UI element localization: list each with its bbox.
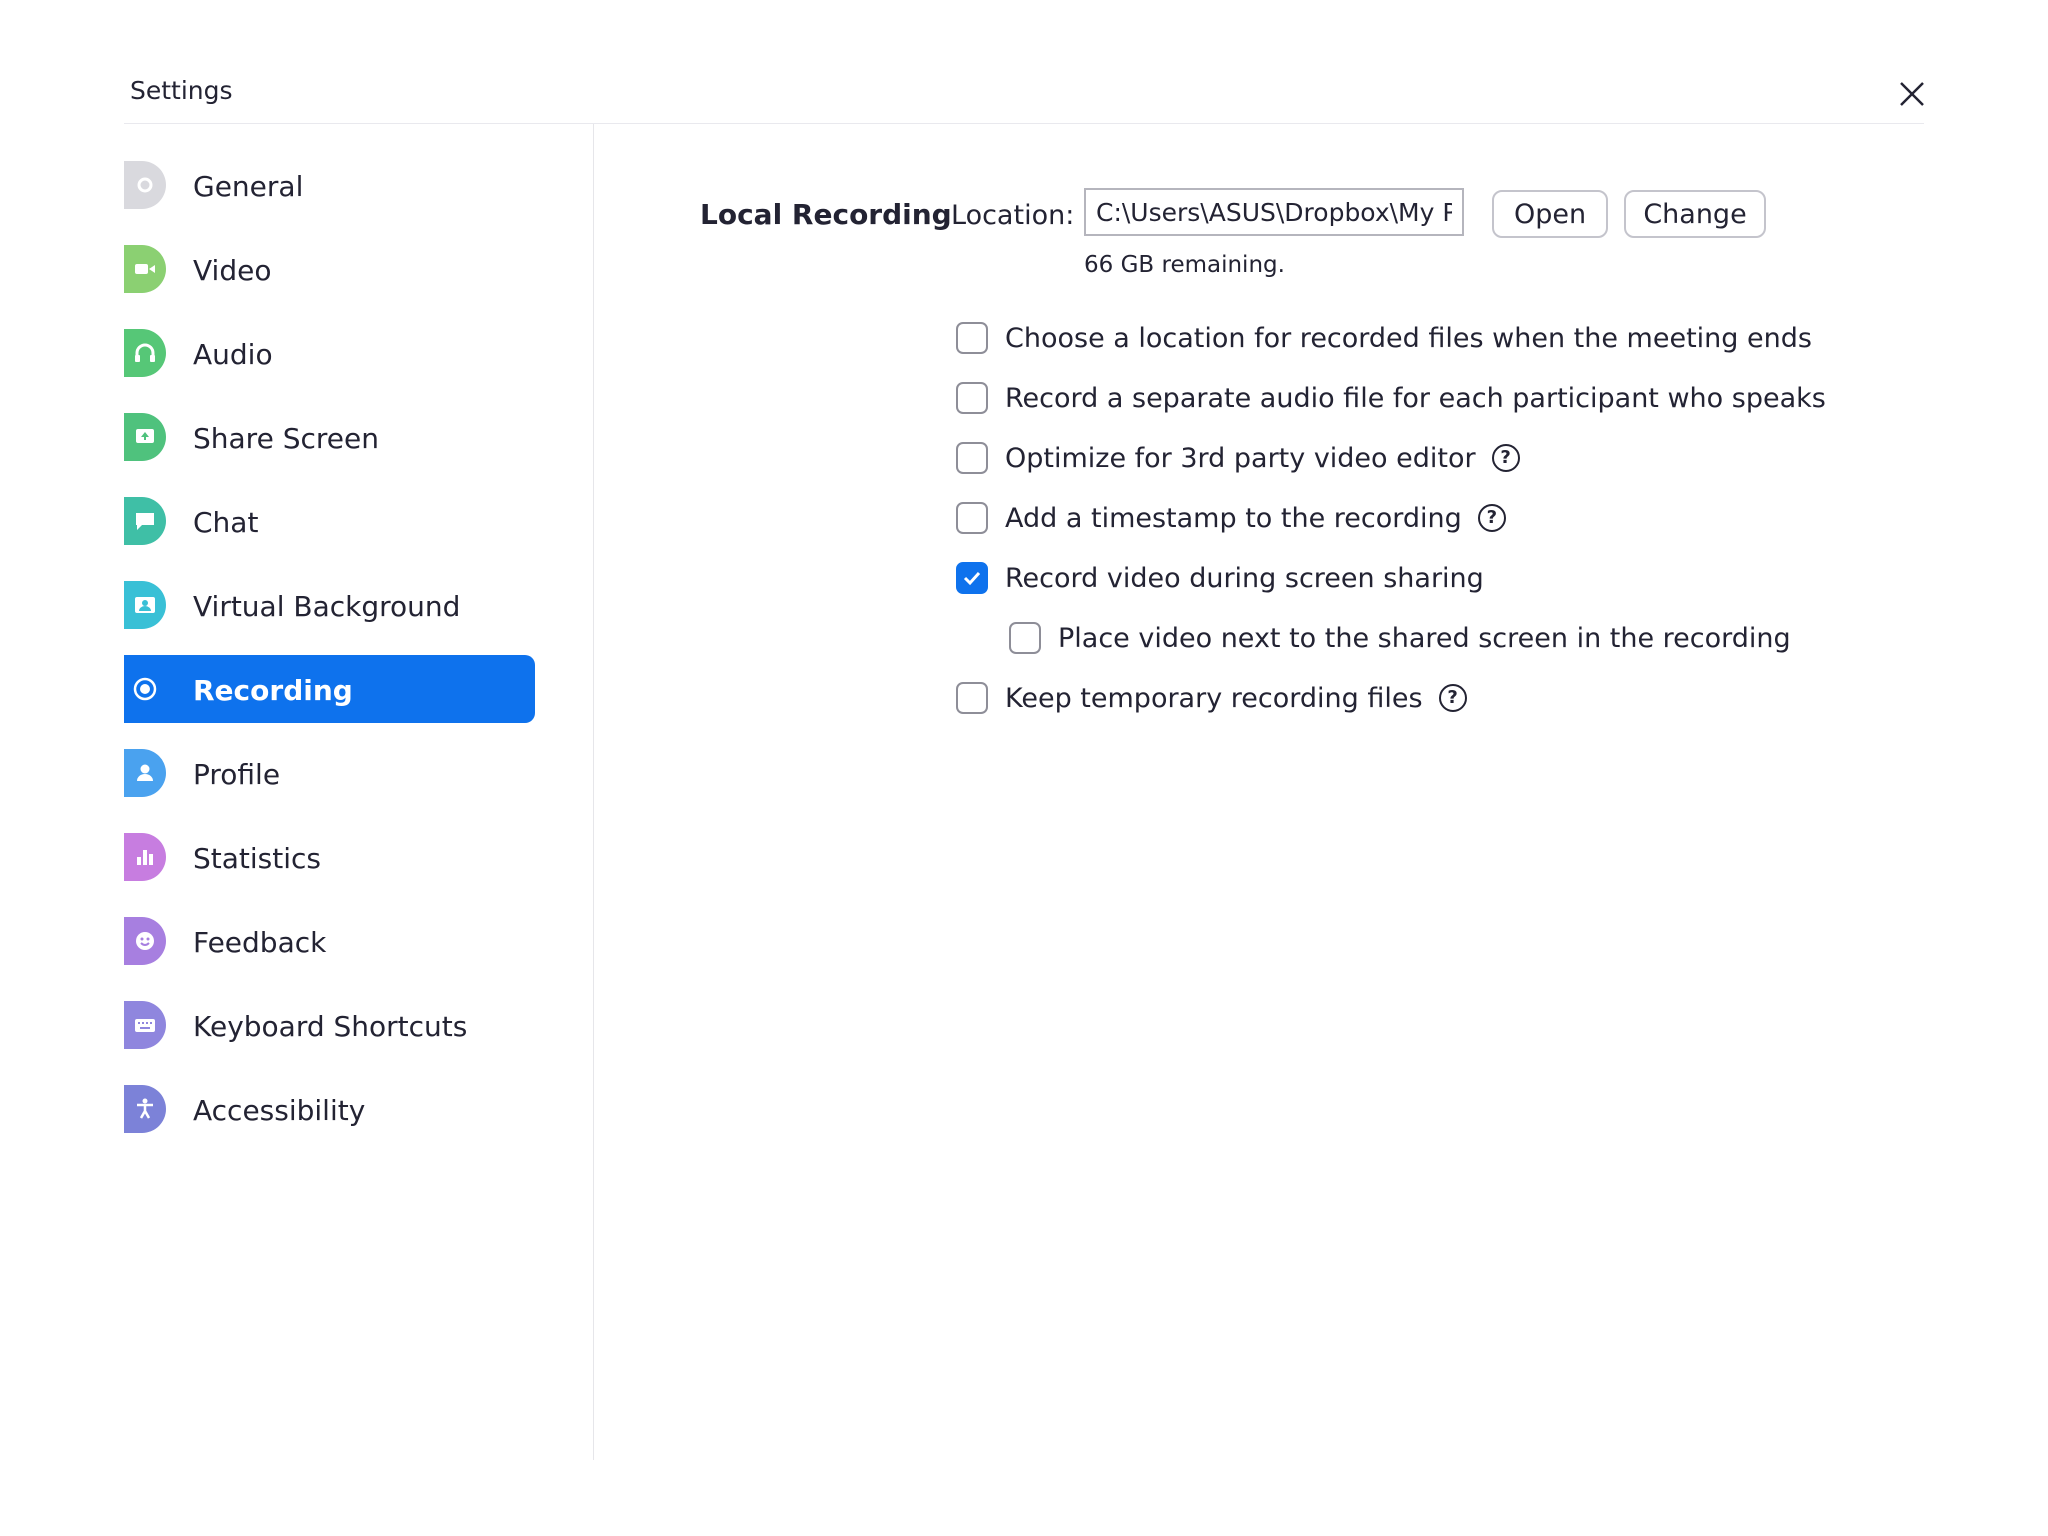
sidebar-item-label: Keyboard Shortcuts bbox=[193, 1010, 468, 1043]
change-button[interactable]: Change bbox=[1624, 190, 1766, 238]
sidebar-item-label: Chat bbox=[193, 506, 259, 539]
close-button[interactable] bbox=[1894, 76, 1930, 112]
option-separate-audio: Record a separate audio file for each pa… bbox=[956, 382, 1826, 414]
checkbox[interactable] bbox=[956, 682, 988, 714]
sidebar-item-chat[interactable]: Chat bbox=[124, 487, 535, 555]
sidebar-item-profile[interactable]: Profile bbox=[124, 739, 535, 807]
sidebar-item-audio[interactable]: Audio bbox=[124, 319, 535, 387]
sidebar-item-accessibility[interactable]: Accessibility bbox=[124, 1075, 535, 1143]
help-icon[interactable]: ? bbox=[1491, 444, 1520, 472]
checkbox[interactable] bbox=[956, 382, 988, 414]
option-optimize-3rd-party: Optimize for 3rd party video editor ? bbox=[956, 442, 1520, 474]
sidebar-item-label: Audio bbox=[193, 338, 273, 371]
option-add-timestamp: Add a timestamp to the recording ? bbox=[956, 502, 1506, 534]
help-icon[interactable]: ? bbox=[1438, 684, 1467, 712]
sidebar-item-label: Profile bbox=[193, 758, 281, 791]
sidebar-item-label: Video bbox=[193, 254, 272, 287]
checkbox-checked[interactable] bbox=[956, 562, 988, 594]
checkbox[interactable] bbox=[956, 322, 988, 354]
bar-chart-icon bbox=[124, 833, 166, 881]
sidebar-item-general[interactable]: General bbox=[124, 151, 535, 219]
sidebar-item-label: Recording bbox=[193, 674, 353, 707]
storage-remaining: 66 GB remaining. bbox=[1084, 252, 1285, 278]
checkbox[interactable] bbox=[956, 502, 988, 534]
option-choose-location: Choose a location for recorded files whe… bbox=[956, 322, 1812, 354]
sidebar-item-label: General bbox=[193, 170, 304, 203]
sidebar-item-keyboard-shortcuts[interactable]: Keyboard Shortcuts bbox=[124, 991, 535, 1059]
option-label: Add a timestamp to the recording bbox=[1005, 502, 1462, 534]
gear-icon bbox=[124, 161, 166, 209]
sidebar-item-label: Share Screen bbox=[193, 422, 379, 455]
location-field[interactable] bbox=[1084, 188, 1464, 236]
option-label: Record video during screen sharing bbox=[1005, 562, 1484, 594]
sidebar-item-virtual-background[interactable]: Virtual Background bbox=[124, 571, 535, 639]
sidebar-item-label: Virtual Background bbox=[193, 590, 461, 623]
checkmark-icon bbox=[963, 571, 981, 586]
accessibility-icon bbox=[124, 1085, 166, 1133]
sidebar-item-recording[interactable]: Recording bbox=[124, 655, 535, 723]
sidebar-item-share-screen[interactable]: Share Screen bbox=[124, 403, 535, 471]
sidebar-item-label: Accessibility bbox=[193, 1094, 366, 1127]
sidebar-item-label: Statistics bbox=[193, 842, 321, 875]
record-icon bbox=[124, 665, 166, 713]
sidebar-item-video[interactable]: Video bbox=[124, 235, 535, 303]
sidebar-item-statistics[interactable]: Statistics bbox=[124, 823, 535, 891]
location-label: Location: bbox=[951, 200, 1075, 231]
option-label: Keep temporary recording files bbox=[1005, 682, 1423, 714]
person-background-icon bbox=[124, 581, 166, 629]
checkbox[interactable] bbox=[956, 442, 988, 474]
option-place-video-next-to-screen: Place video next to the shared screen in… bbox=[1009, 622, 1791, 654]
headphones-icon bbox=[124, 329, 166, 377]
option-keep-temp-files: Keep temporary recording files ? bbox=[956, 682, 1467, 714]
profile-icon bbox=[124, 749, 166, 797]
settings-sidebar: General Video Audio Share Screen Chat Vi… bbox=[124, 124, 594, 1460]
option-record-video-screen-sharing: Record video during screen sharing bbox=[956, 562, 1484, 594]
chat-bubble-icon bbox=[124, 497, 166, 545]
sidebar-item-feedback[interactable]: Feedback bbox=[124, 907, 535, 975]
option-label: Choose a location for recorded files whe… bbox=[1005, 322, 1812, 354]
option-label: Record a separate audio file for each pa… bbox=[1005, 382, 1826, 414]
share-screen-icon bbox=[124, 413, 166, 461]
option-label: Optimize for 3rd party video editor bbox=[1005, 442, 1476, 474]
smiley-icon bbox=[124, 917, 166, 965]
close-icon bbox=[1900, 82, 1924, 106]
open-button[interactable]: Open bbox=[1492, 190, 1608, 238]
help-icon[interactable]: ? bbox=[1477, 504, 1506, 532]
sidebar-divider bbox=[593, 124, 594, 1460]
checkbox[interactable] bbox=[1009, 622, 1041, 654]
video-camera-icon bbox=[124, 245, 166, 293]
section-heading-local-recording: Local Recording bbox=[700, 198, 952, 231]
option-label: Place video next to the shared screen in… bbox=[1058, 622, 1791, 654]
keyboard-icon bbox=[124, 1001, 166, 1049]
window-title: Settings bbox=[130, 76, 233, 105]
sidebar-item-label: Feedback bbox=[193, 926, 327, 959]
